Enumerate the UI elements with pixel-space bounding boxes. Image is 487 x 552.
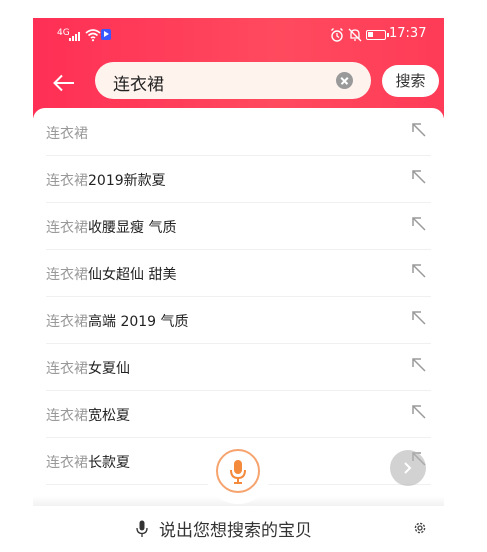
alarm-icon: [331, 28, 343, 42]
fill-query-arrow-icon[interactable]: [411, 404, 427, 420]
suggestion-item[interactable]: 连衣裙收腰显瘦 气质: [46, 202, 431, 250]
voice-search-button[interactable]: [205, 438, 271, 504]
suggestion-suffix: 2019新款夏: [88, 173, 166, 189]
settings-gear-icon[interactable]: [413, 521, 427, 535]
network-type-label: 4G: [57, 28, 70, 38]
suggestion-item[interactable]: 连衣裙2019新款夏: [46, 155, 431, 203]
microphone-icon: [230, 460, 246, 484]
voice-hint-text: 说出您想搜索的宝贝: [159, 521, 312, 541]
fill-query-arrow-icon[interactable]: [411, 310, 427, 326]
fill-query-arrow-icon[interactable]: [411, 357, 427, 373]
fill-query-arrow-icon[interactable]: [411, 263, 427, 279]
floating-assistive-button[interactable]: [390, 450, 426, 486]
phone-screen: 4G 17:37 连衣裙 搜索 连衣裙 连衣裙2019新款夏 连衣裙收腰显瘦 气…: [33, 18, 444, 552]
suggestion-item[interactable]: 连衣裙仙女超仙 甜美: [46, 249, 431, 297]
suggestion-item[interactable]: 连衣裙高端 2019 气质: [46, 296, 431, 344]
app-notification-icon: [101, 29, 111, 40]
status-bar: 4G 17:37: [33, 18, 444, 54]
suggestion-suffix: 长款夏: [88, 455, 130, 471]
suggestion-prefix: 连衣裙: [46, 173, 88, 189]
suggestion-prefix: 连衣裙: [46, 126, 88, 142]
suggestion-item[interactable]: 连衣裙: [46, 108, 431, 156]
suggestion-prefix: 连衣裙: [46, 361, 88, 377]
suggestion-prefix: 连衣裙: [46, 455, 88, 471]
suggestion-prefix: 连衣裙: [46, 267, 88, 283]
chevron-icon: [404, 462, 412, 474]
suggestion-suffix: 收腰显瘦 气质: [88, 220, 177, 236]
clock: 17:37: [389, 26, 427, 41]
suggestion-prefix: 连衣裙: [46, 220, 88, 236]
search-button[interactable]: 搜索: [382, 65, 439, 97]
suggestion-suffix: 女夏仙: [88, 361, 130, 377]
wifi-icon: [85, 29, 101, 42]
fill-query-arrow-icon[interactable]: [411, 216, 427, 232]
back-arrow-icon[interactable]: [51, 70, 77, 96]
microphone-small-icon: [136, 520, 148, 537]
search-query: 连衣裙: [113, 75, 164, 95]
battery-icon: [366, 30, 389, 40]
suggestion-prefix: 连衣裙: [46, 314, 88, 330]
search-input[interactable]: 连衣裙: [95, 62, 371, 99]
suggestion-suffix: 仙女超仙 甜美: [88, 267, 177, 283]
suggestion-item[interactable]: 连衣裙女夏仙: [46, 343, 431, 391]
signal-icon: [69, 30, 83, 41]
fill-query-arrow-icon[interactable]: [411, 122, 427, 138]
clear-icon[interactable]: [336, 72, 353, 89]
suggestion-suffix: 宽松夏: [88, 408, 130, 424]
suggestion-item[interactable]: 连衣裙宽松夏: [46, 390, 431, 438]
suggestion-suffix: 高端 2019 气质: [88, 314, 189, 330]
suggestion-prefix: 连衣裙: [46, 408, 88, 424]
mute-icon: [348, 28, 362, 42]
search-header: 4G 17:37 连衣裙 搜索: [33, 18, 444, 118]
fill-query-arrow-icon[interactable]: [411, 169, 427, 185]
